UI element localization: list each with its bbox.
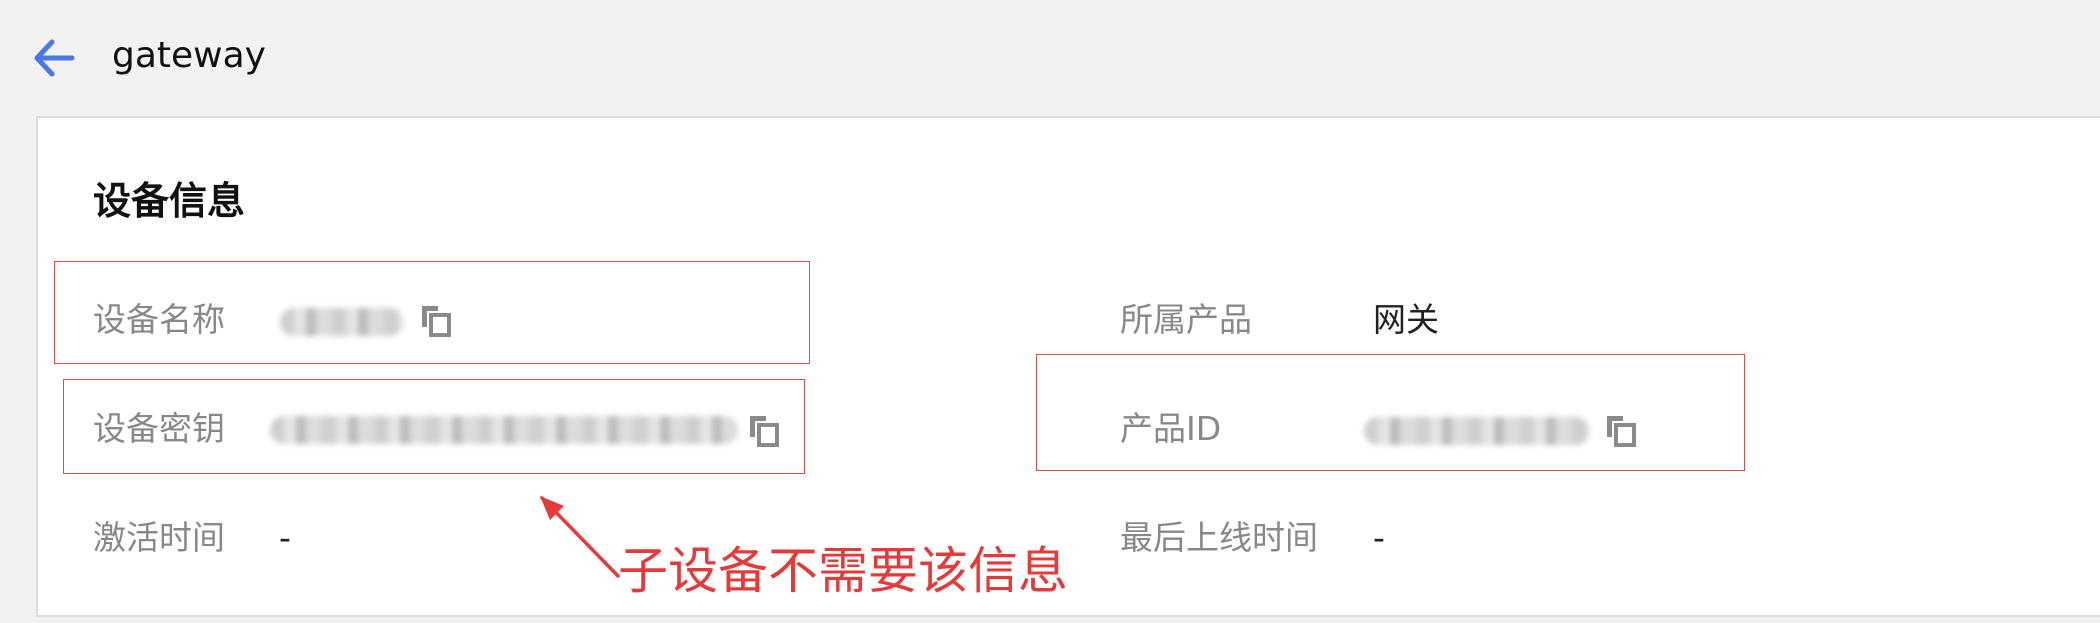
- annotation-arrow-icon: [540, 496, 620, 578]
- last-online-time-value: -: [1373, 518, 1385, 557]
- device-name-label: 设备名称: [93, 300, 225, 339]
- device-secret-label: 设备密钥: [93, 409, 225, 448]
- section-title: 设备信息: [93, 179, 246, 223]
- device-secret-value-redacted: [270, 416, 738, 444]
- device-name-value-redacted: [280, 308, 404, 336]
- annotation-text: 子设备不需要该信息: [618, 542, 1068, 600]
- activation-time-value: -: [279, 518, 291, 557]
- last-online-time-label: 最后上线时间: [1120, 518, 1318, 557]
- product-id-label: 产品ID: [1120, 409, 1222, 448]
- product-label: 所属产品: [1120, 300, 1252, 339]
- copy-icon[interactable]: [1603, 414, 1637, 448]
- activation-time-label: 激活时间: [93, 518, 225, 557]
- copy-icon[interactable]: [418, 304, 452, 338]
- copy-icon[interactable]: [746, 414, 780, 448]
- arrow-left-icon[interactable]: [32, 36, 76, 80]
- page-title: gateway: [112, 35, 266, 76]
- product-id-value-redacted: [1364, 417, 1590, 445]
- product-value: 网关: [1373, 300, 1439, 339]
- page-header: gateway: [0, 0, 2100, 116]
